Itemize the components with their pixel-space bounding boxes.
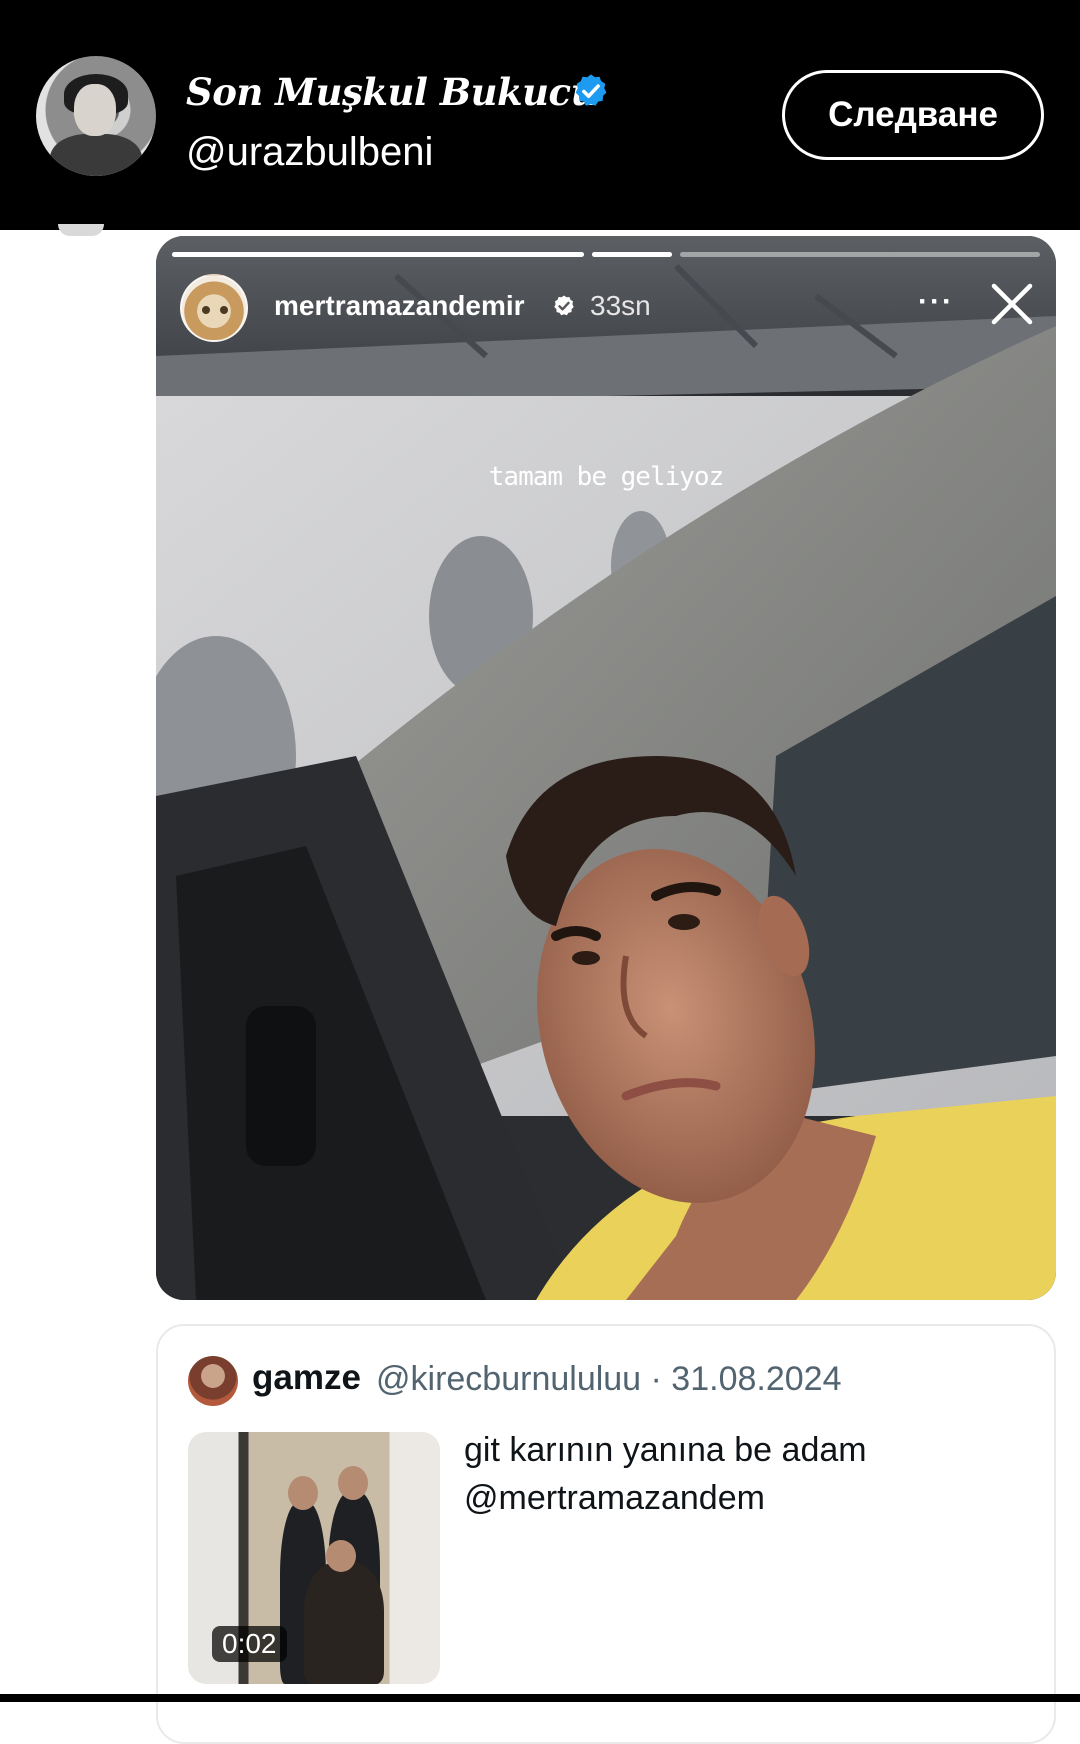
thumb-figure: [304, 1562, 384, 1684]
thread-line: [58, 224, 104, 236]
display-name[interactable]: Son Muşkul Bukucu: [186, 70, 597, 114]
thumb-figure-head: [288, 1476, 318, 1510]
story-progress-3: [680, 252, 1040, 257]
video-thumbnail[interactable]: 0:02: [188, 1432, 440, 1684]
avatar-eye: [202, 306, 210, 314]
quoted-display-name[interactable]: gamze: [252, 1358, 361, 1398]
thumb-figure-head: [338, 1466, 368, 1500]
story-timestamp: 33sn: [590, 290, 651, 321]
user-handle[interactable]: @urazbulbeni: [186, 130, 433, 175]
story-caption: tamam be geliyoz: [488, 462, 724, 492]
avatar-eye: [220, 306, 228, 314]
quoted-tweet[interactable]: gamze @kirecburnululuu · 31.08.2024 0:02…: [156, 1324, 1056, 1744]
story-photo[interactable]: mertramazandemir 33sn ··· tamam be geliy…: [156, 236, 1056, 1300]
progress-fill: [592, 252, 672, 257]
story-progress-2: [592, 252, 672, 257]
airplane-selfie-image: [156, 236, 1056, 1300]
story-progress-1: [172, 252, 584, 257]
verified-badge-icon: [575, 74, 607, 106]
profile-header: Son Muşkul Bukucu @urazbulbeni Следване: [0, 0, 1080, 230]
video-duration-badge: 0:02: [212, 1626, 287, 1662]
avatar[interactable]: [36, 56, 156, 176]
more-options-icon[interactable]: ···: [912, 284, 960, 320]
avatar-body: [50, 134, 142, 176]
mention-link[interactable]: @mertramazandem: [464, 1474, 1024, 1522]
story-username[interactable]: mertramazandemir: [274, 290, 525, 322]
bottom-edge: [0, 1694, 1080, 1702]
verified-badge-icon: [554, 295, 574, 316]
follow-button[interactable]: Следване: [782, 70, 1044, 160]
quoted-avatar[interactable]: [188, 1356, 238, 1406]
progress-fill: [172, 252, 584, 257]
quoted-tweet-text: git karının yanına be adam @mertramazand…: [464, 1426, 1024, 1522]
story-avatar[interactable]: [180, 274, 248, 342]
avatar-face: [74, 84, 116, 136]
thumb-figure-head: [326, 1540, 356, 1572]
quoted-text-line: git karının yanına be adam: [464, 1431, 867, 1469]
quoted-handle-date: @kirecburnululuu · 31.08.2024: [376, 1360, 842, 1398]
close-icon[interactable]: [990, 282, 1034, 326]
